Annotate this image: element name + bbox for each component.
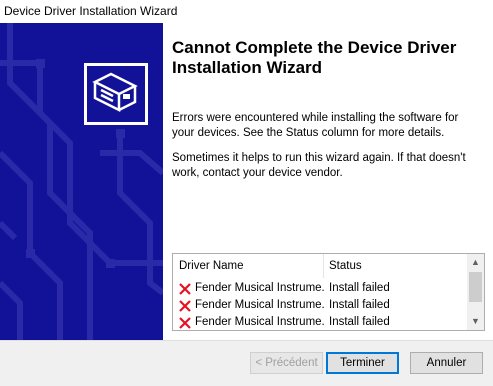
previous-button[interactable]: < Précédent — [250, 352, 323, 374]
driver-status: Install failed — [329, 316, 390, 328]
cancel-button[interactable]: Annuler — [410, 352, 483, 374]
column-header-driver-name[interactable]: Driver Name — [179, 254, 324, 278]
column-header-status[interactable]: Status — [329, 254, 429, 278]
scroll-thumb[interactable] — [469, 272, 482, 302]
wizard-window: Device Driver Installation Wizard Cannot… — [0, 0, 493, 386]
vertical-scrollbar[interactable]: ▲ ▼ — [467, 254, 484, 330]
scroll-down-button[interactable]: ▼ — [467, 313, 484, 330]
hardware-card-icon — [92, 72, 138, 113]
scroll-up-button[interactable]: ▲ — [467, 254, 484, 271]
driver-name: Fender Musical Instrume... — [195, 316, 325, 328]
button-bar: < Précédent Terminer Annuler — [0, 340, 493, 386]
window-title: Device Driver Installation Wizard — [0, 0, 493, 23]
driver-status: Install failed — [329, 282, 390, 294]
driver-name: Fender Musical Instrume... — [195, 299, 325, 311]
table-row[interactable]: Fender Musical Instrume... Install faile… — [173, 280, 468, 297]
device-driver-logo — [84, 63, 148, 125]
list-header: Driver Name Status — [173, 254, 468, 278]
page-title: Cannot Complete the Device Driver Instal… — [172, 38, 457, 77]
help-text: Sometimes it helps to run this wizard ag… — [172, 152, 466, 179]
driver-name: Fender Musical Instrume... — [195, 282, 325, 294]
driver-status-list[interactable]: Driver Name Status Fender Musical Instru… — [172, 253, 485, 331]
finish-button[interactable]: Terminer — [326, 352, 399, 374]
wizard-side-panel — [0, 23, 163, 340]
error-description: Errors were encountered while installing… — [172, 112, 459, 139]
table-row[interactable]: Fender Musical Instrume... Install faile… — [173, 297, 468, 314]
error-x-icon — [179, 300, 191, 312]
error-x-icon — [179, 283, 191, 295]
driver-status: Install failed — [329, 299, 390, 311]
table-row[interactable]: Fender Musical Instrume... Install faile… — [173, 314, 468, 330]
error-x-icon — [179, 317, 191, 329]
